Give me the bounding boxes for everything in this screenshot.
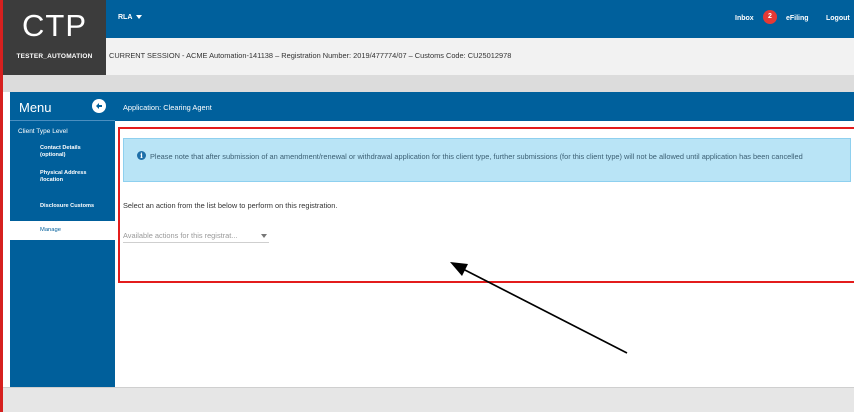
annotation-arrow-icon (450, 262, 628, 354)
